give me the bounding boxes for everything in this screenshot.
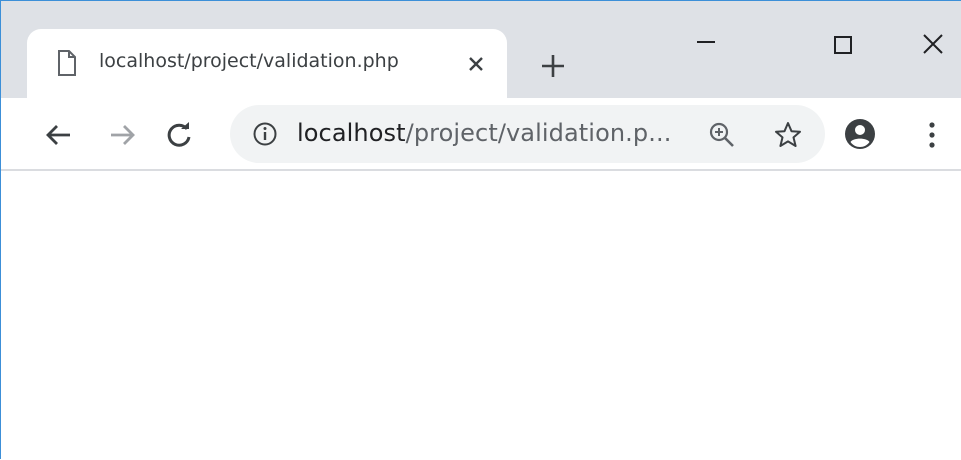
url-host: localhost — [297, 119, 406, 147]
profile-icon[interactable] — [843, 117, 877, 151]
menu-icon[interactable] — [923, 119, 941, 151]
new-tab-icon[interactable] — [536, 49, 570, 83]
browser-toolbar: localhost/project/validation.p... — [1, 98, 961, 171]
url-path: /project/validation.p... — [405, 119, 672, 147]
tab-close-icon[interactable] — [463, 51, 489, 77]
forward-arrow-icon[interactable] — [107, 120, 137, 150]
reload-icon[interactable] — [164, 120, 194, 150]
browser-window: localhost/project/validation.php localho… — [0, 0, 961, 460]
zoom-icon[interactable] — [708, 121, 736, 149]
page-content — [1, 171, 961, 460]
page-icon — [55, 49, 79, 77]
tab-title: localhost/project/validation.php — [99, 50, 399, 72]
tab-strip: localhost/project/validation.php — [1, 1, 961, 98]
close-icon[interactable] — [918, 31, 948, 61]
info-icon[interactable] — [252, 121, 278, 147]
back-arrow-icon[interactable] — [44, 120, 74, 150]
address-bar[interactable]: localhost/project/validation.p... — [230, 105, 825, 163]
star-icon[interactable] — [773, 120, 803, 150]
active-tab[interactable]: localhost/project/validation.php — [27, 29, 507, 98]
minimize-icon[interactable] — [691, 31, 721, 61]
maximize-icon[interactable] — [827, 31, 857, 61]
url-text[interactable]: localhost/project/validation.p... — [297, 119, 671, 147]
